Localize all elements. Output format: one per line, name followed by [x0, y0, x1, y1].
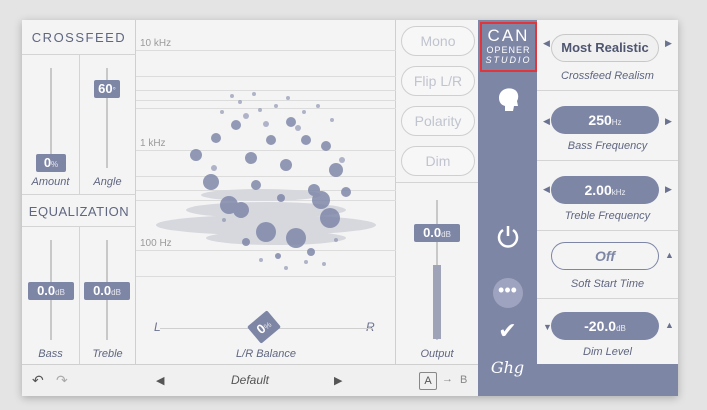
brand-logo: Ghg: [490, 358, 525, 377]
dim-level-label: Dim Level: [583, 346, 632, 358]
flip-lr-button[interactable]: Flip L/R: [401, 66, 475, 96]
mono-button[interactable]: Mono: [401, 26, 475, 56]
bass-freq-next-arrow[interactable]: ▶: [665, 116, 672, 127]
balance-value[interactable]: 0%: [246, 310, 282, 344]
balance-right-label: R: [366, 320, 375, 334]
treble-frequency-control[interactable]: 2.00kHz: [551, 176, 659, 204]
crossfeed-realism-select[interactable]: Most Realistic: [551, 34, 659, 62]
soundstage-visualizer: 10 kHz 1 kHz 100 Hz L R 0% L/R Balance: [136, 20, 396, 364]
right-panel: ◀ Most Realistic ▶ Crossfeed Realism ◀ 2…: [537, 20, 678, 396]
dim-button[interactable]: Dim: [401, 146, 475, 176]
prev-preset-icon[interactable]: ◀: [156, 374, 164, 387]
right-footer: [537, 364, 678, 396]
output-value[interactable]: 0.0dB: [414, 224, 460, 242]
treble-freq-prev-arrow[interactable]: ◀: [543, 184, 550, 195]
redo-icon[interactable]: ↷: [56, 372, 68, 389]
crossfeed-title: CROSSFEED: [31, 30, 127, 45]
treble-label: Treble: [92, 348, 123, 360]
angle-value[interactable]: 60°: [94, 80, 120, 98]
head-icon[interactable]: [478, 84, 537, 119]
undo-icon[interactable]: ↶: [32, 372, 44, 389]
preset-bar: ↶ ↷ ◀ Default ▶ A → B: [22, 364, 478, 396]
dim-level-up-arrow[interactable]: ▲: [665, 320, 674, 330]
soft-start-up-arrow[interactable]: ▲: [665, 250, 674, 260]
amount-slider-track[interactable]: [50, 68, 52, 168]
power-icon[interactable]: [478, 224, 537, 255]
soundstage-dots: [156, 92, 376, 270]
treble-frequency-label: Treble Frequency: [564, 210, 651, 222]
bass-frequency-label: Bass Frequency: [567, 140, 648, 152]
more-icon[interactable]: •••: [478, 278, 537, 308]
check-icon[interactable]: ✔: [478, 318, 537, 344]
bass-frequency-control[interactable]: 250Hz: [551, 106, 659, 134]
left-panel: CROSSFEED 0% Amount 60° Angle EQUALIZATI…: [22, 20, 136, 364]
logo-line3: STUDIO: [485, 55, 532, 65]
can-opener-logo: CAN OPENER STUDIO: [480, 22, 537, 72]
divider: [79, 226, 80, 364]
side-strip: CAN OPENER STUDIO ••• ✔ Ghg: [478, 20, 537, 396]
realism-next-arrow[interactable]: ▶: [665, 38, 672, 49]
crossfeed-realism-label: Crossfeed Realism: [561, 70, 654, 82]
bass-freq-prev-arrow[interactable]: ◀: [543, 116, 550, 127]
logo-line2: OPENER: [486, 45, 531, 55]
divider: [537, 230, 678, 231]
divider: [22, 194, 136, 195]
amount-label: Amount: [31, 176, 70, 188]
toggle-column: Mono Flip L/R Polarity Dim 0.0dB Output: [396, 20, 478, 364]
preset-name[interactable]: Default: [182, 373, 318, 387]
next-preset-icon[interactable]: ▶: [334, 374, 342, 387]
equalization-title: EQUALIZATION: [28, 204, 130, 219]
divider: [396, 182, 478, 183]
polarity-button[interactable]: Polarity: [401, 106, 475, 136]
treble-value[interactable]: 0.0dB: [84, 282, 130, 300]
divider: [537, 90, 678, 91]
soft-start-control[interactable]: Off: [551, 242, 659, 270]
realism-prev-arrow[interactable]: ◀: [543, 38, 550, 49]
amount-value[interactable]: 0%: [36, 154, 66, 172]
divider: [537, 298, 678, 299]
ab-b-button[interactable]: B: [460, 374, 467, 386]
divider: [537, 160, 678, 161]
divider: [79, 54, 80, 194]
treble-freq-next-arrow[interactable]: ▶: [665, 184, 672, 195]
ab-arrow-icon[interactable]: →: [442, 373, 453, 385]
balance-label: L/R Balance: [236, 348, 296, 360]
ab-a-button[interactable]: A: [419, 372, 437, 390]
balance-left-label: L: [154, 320, 161, 334]
plugin-window: CROSSFEED 0% Amount 60° Angle EQUALIZATI…: [22, 20, 678, 396]
bass-label: Bass: [38, 348, 63, 360]
soft-start-label: Soft Start Time: [570, 278, 645, 290]
output-label: Output: [420, 348, 454, 360]
dim-level-control[interactable]: -20.0dB: [551, 312, 659, 340]
bass-value[interactable]: 0.0dB: [28, 282, 74, 300]
output-meter: [433, 265, 441, 339]
logo-line1: CAN: [487, 26, 530, 45]
angle-label: Angle: [93, 176, 122, 188]
